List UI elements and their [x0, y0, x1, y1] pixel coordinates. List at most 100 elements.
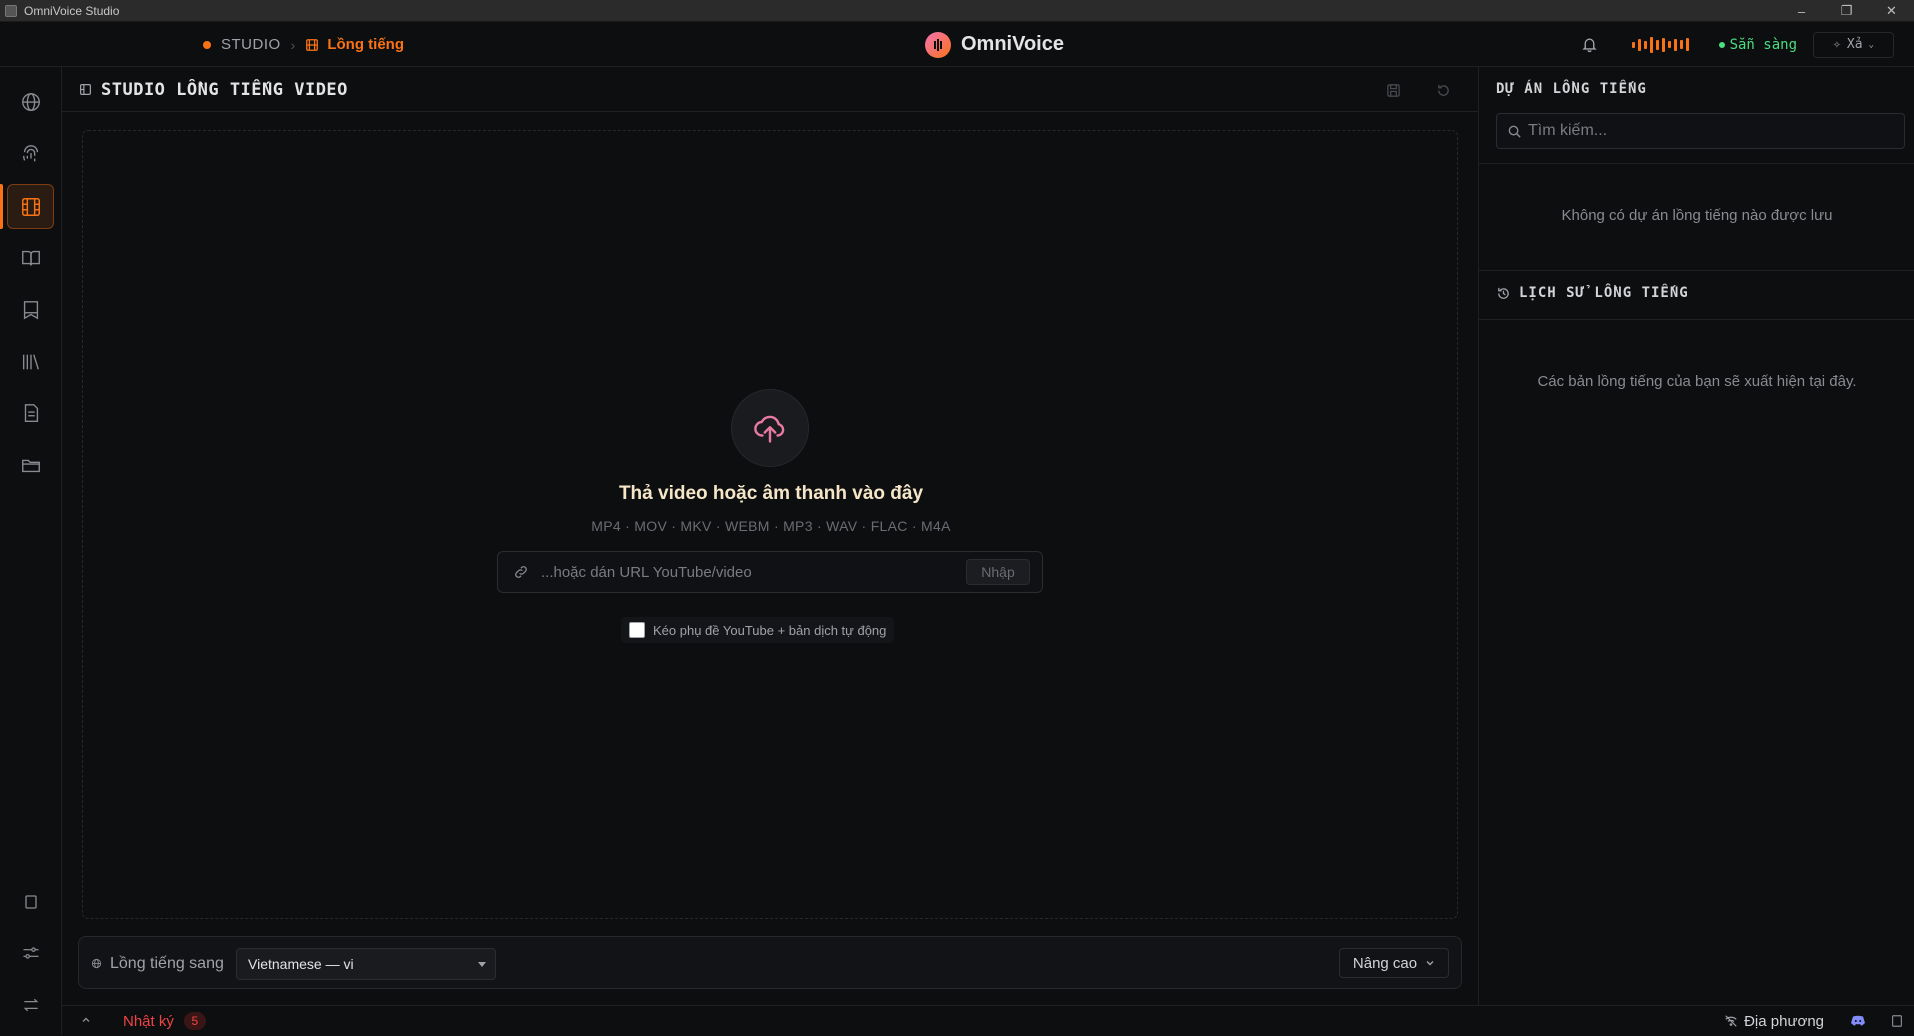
globe-icon: [21, 92, 40, 111]
page-title-label: STUDIO LỒNG TIẾNG VIDEO: [101, 79, 348, 100]
app-icon: [5, 4, 17, 17]
divider: [1479, 270, 1914, 271]
window-title: OmniVoice Studio: [24, 3, 120, 18]
fingerprint-icon: [22, 144, 38, 161]
globe-icon: [91, 958, 102, 969]
target-language-value: Vietnamese — vi: [248, 956, 354, 972]
import-button[interactable]: Nhập: [966, 559, 1030, 585]
omnivoice-logo-icon: [925, 31, 951, 58]
advanced-label: Nâng cao: [1352, 954, 1418, 972]
advanced-button[interactable]: Nâng cao: [1339, 948, 1449, 978]
refresh-icon: [1437, 84, 1449, 96]
square-icon: [24, 894, 37, 909]
nav-folder[interactable]: [7, 442, 54, 487]
link-icon: [511, 564, 531, 580]
restore-button[interactable]: ❐: [1824, 0, 1869, 22]
target-language-text: Lồng tiếng sang: [110, 954, 224, 972]
history-heading-label: LỊCH SỬ LỒNG TIẾNG: [1519, 285, 1689, 301]
nav-active-indicator: [0, 184, 3, 229]
app-header: STUDIO › Lồng tiếng OmniVoice Sẵn sàng ✧…: [0, 22, 1914, 67]
youtube-subtitles-checkbox[interactable]: [629, 622, 645, 638]
bell-icon[interactable]: [1580, 35, 1600, 55]
log-label: Nhật ký: [123, 1012, 174, 1030]
breadcrumb-current: Lồng tiếng: [305, 36, 404, 53]
nav-panel-toggle[interactable]: [7, 879, 54, 924]
document-icon: [24, 403, 38, 422]
nav-book[interactable]: [7, 235, 54, 280]
status-ready: Sẵn sàng: [1718, 36, 1797, 53]
supported-formats: MP4 · MOV · MKV · WEBM · MP3 · WAV · FLA…: [591, 518, 951, 534]
reset-button[interactable]: [1426, 77, 1460, 103]
nav-library[interactable]: [7, 339, 54, 384]
target-language-select[interactable]: Vietnamese — vi: [236, 948, 496, 980]
close-window-button[interactable]: ✕: [1869, 0, 1914, 22]
breadcrumb-studio[interactable]: STUDIO: [221, 36, 281, 53]
divider: [1479, 319, 1914, 320]
minimize-button[interactable]: –: [1779, 0, 1824, 22]
history-icon: [1498, 287, 1509, 299]
status-dot-icon: [1718, 41, 1725, 48]
page-title: STUDIO LỒNG TIẾNG VIDEO: [79, 67, 348, 112]
search-icon: [1507, 124, 1522, 139]
book-open-icon: [21, 250, 40, 265]
clear-button[interactable]: ✧ Xả ⌄: [1813, 31, 1894, 58]
nav-document[interactable]: [7, 390, 54, 435]
os-title-bar: OmniVoice Studio – ❐ ✕: [0, 0, 1914, 22]
divider: [1479, 163, 1914, 164]
left-nav: [0, 67, 62, 1035]
nav-fingerprint[interactable]: [7, 131, 54, 176]
dubbing-options-bar: Lồng tiếng sang Vietnamese — vi Nâng cao: [78, 936, 1462, 989]
sparkle-icon: ✧: [1833, 37, 1841, 52]
chevron-down-icon: ⌄: [1868, 39, 1874, 50]
projects-empty-state: Không có dự án lồng tiếng nào được lưu: [1561, 207, 1833, 224]
save-button[interactable]: [1376, 77, 1410, 103]
save-icon: [1386, 83, 1400, 97]
connection-mode[interactable]: Địa phương: [1724, 1013, 1824, 1030]
audio-waveform-icon: [1631, 36, 1689, 53]
discord-icon[interactable]: [1850, 1015, 1866, 1027]
target-language-label: Lồng tiếng sang: [91, 937, 224, 990]
bookmark-icon: [23, 300, 38, 319]
film-icon: [306, 38, 319, 51]
dropzone-title: Thả video hoặc âm thanh vào đây: [618, 483, 924, 504]
youtube-subtitles-option[interactable]: Kéo phụ đề YouTube + bản dịch tự động: [621, 617, 895, 643]
project-search: [1496, 113, 1905, 149]
studio-dot-icon: [203, 40, 211, 49]
projects-sidebar: DỰ ÁN LỒNG TIẾNG Không có dự án lồng tiế…: [1478, 67, 1914, 1005]
log-count-badge: 5: [183, 1012, 206, 1030]
url-input[interactable]: [531, 552, 966, 592]
wifi-off-icon: [1725, 1015, 1737, 1027]
folder-icon: [21, 459, 40, 472]
brand-name: OmniVoice: [961, 33, 1064, 55]
status-label: Sẵn sàng: [1729, 36, 1797, 53]
library-icon: [22, 353, 39, 370]
breadcrumb: STUDIO › Lồng tiếng: [203, 22, 404, 67]
connection-mode-label: Địa phương: [1744, 1012, 1824, 1030]
youtube-subtitles-label: Kéo phụ đề YouTube + bản dịch tự động: [653, 622, 887, 638]
chevron-right-icon: ›: [290, 36, 296, 53]
breadcrumb-current-label: Lồng tiếng: [327, 36, 404, 53]
url-input-group: Nhập: [497, 551, 1043, 593]
file-dropzone[interactable]: Thả video hoặc âm thanh vào đây MP4 · MO…: [82, 130, 1458, 919]
nav-settings[interactable]: [7, 930, 54, 975]
clear-label: Xả: [1846, 37, 1863, 52]
chevron-down-icon: [1426, 961, 1434, 966]
projects-heading: DỰ ÁN LỒNG TIẾNG: [1496, 81, 1647, 97]
nav-bookmark[interactable]: [7, 287, 54, 332]
swap-icon: [23, 998, 38, 1011]
dropdown-caret-icon: [478, 962, 486, 967]
film-icon: [80, 84, 91, 95]
nav-globe[interactable]: [7, 79, 54, 124]
sliders-icon: [23, 946, 38, 959]
project-search-input[interactable]: [1522, 114, 1904, 148]
log-toggle[interactable]: Nhật ký 5: [123, 1006, 206, 1036]
brand: OmniVoice: [925, 22, 1064, 67]
dubbing-studio-panel: STUDIO LỒNG TIẾNG VIDEO Thả video hoặc â…: [62, 67, 1478, 1005]
nav-dubbing[interactable]: [7, 184, 54, 229]
panel-header: STUDIO LỒNG TIẾNG VIDEO: [62, 67, 1478, 112]
chevron-up-icon[interactable]: [80, 1014, 92, 1026]
history-empty-state: Các bản lồng tiếng của bạn sẽ xuất hiện …: [1537, 373, 1857, 390]
panel-layout-icon[interactable]: [1890, 1014, 1904, 1028]
history-heading: LỊCH SỬ LỒNG TIẾNG: [1496, 282, 1689, 304]
nav-swap[interactable]: [7, 982, 54, 1027]
